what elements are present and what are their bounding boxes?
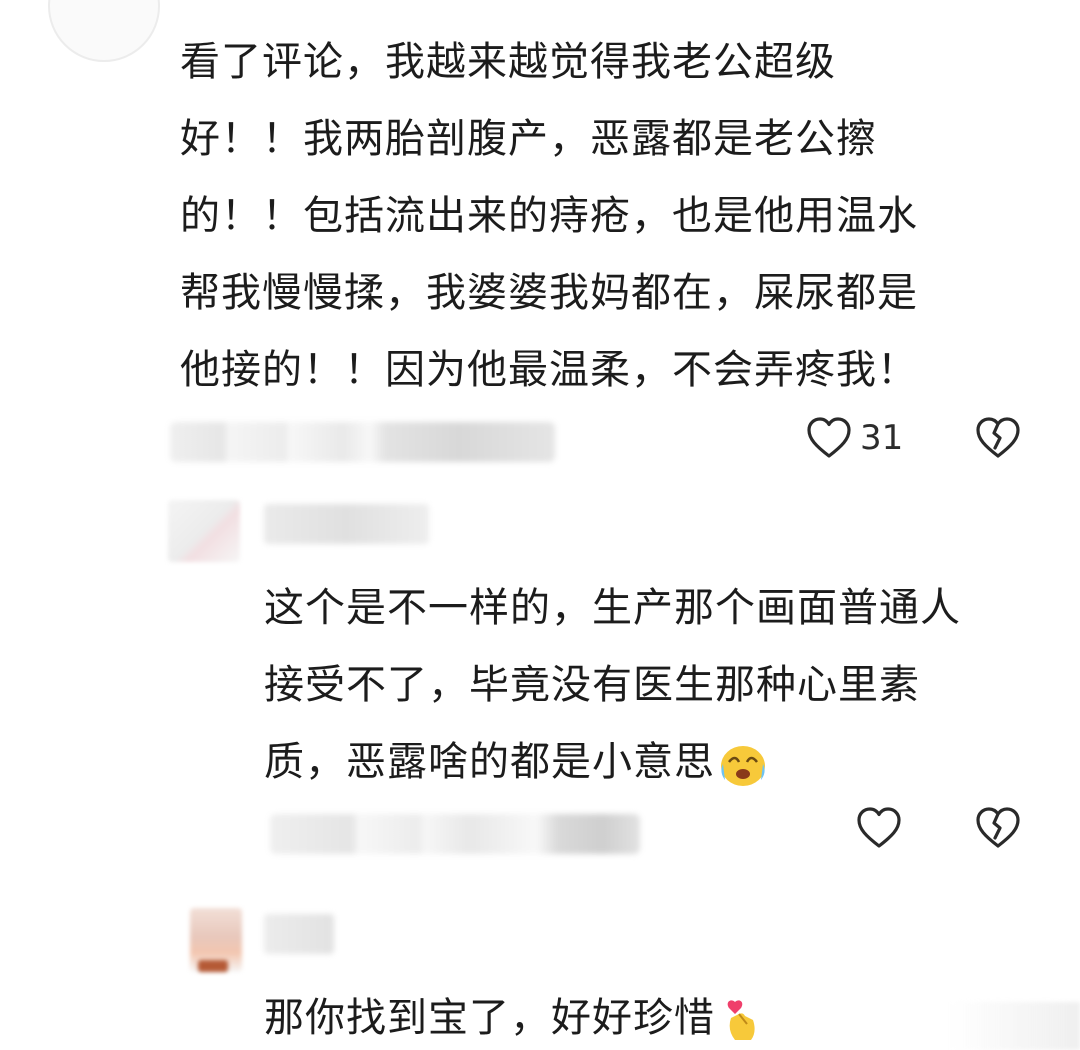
- comment-text: 看了评论，我越来越觉得我老公超级 好！！我两胎剖腹产，恶露都是老公擦 的！！包括…: [180, 39, 918, 393]
- broken-heart-icon: [976, 417, 1020, 458]
- broken-heart-icon: [976, 807, 1020, 848]
- avatar-detail: [198, 960, 228, 972]
- comment-meta-blurred: [170, 422, 555, 462]
- username-blurred[interactable]: [264, 504, 429, 544]
- finger-heart-emoji: [727, 1000, 755, 1040]
- avatar[interactable]: [48, 0, 160, 62]
- dislike-button[interactable]: [974, 806, 1022, 850]
- like-count: 31: [860, 418, 904, 458]
- heart-outline-icon: [807, 417, 851, 458]
- reply-text-content: 这个是不一样的，生产那个画面普通人 接受不了，毕竟没有医生那种心里素 质，恶露啥…: [264, 585, 961, 785]
- avatar[interactable]: [168, 500, 240, 562]
- dislike-button[interactable]: [974, 416, 1022, 460]
- username-blurred[interactable]: [264, 914, 334, 954]
- reply-text-content: 那你找到宝了，好好珍惜: [264, 995, 715, 1041]
- reply-text: 那你找到宝了，好好珍惜: [264, 980, 1054, 1050]
- heart-outline-icon: [857, 807, 901, 848]
- comment-thread: 看了评论，我越来越觉得我老公超级 好！！我两胎剖腹产，恶露都是老公擦 的！！包括…: [0, 0, 1080, 1050]
- like-button[interactable]: [856, 806, 902, 850]
- reply-meta-blurred: [270, 814, 640, 854]
- like-button[interactable]: 31: [806, 416, 903, 460]
- reply-text: 这个是不一样的，生产那个画面普通人 接受不了，毕竟没有医生那种心里素 质，恶露啥…: [264, 570, 1054, 801]
- watermark: [950, 1002, 1080, 1050]
- crying-laughing-emoji: [721, 746, 765, 786]
